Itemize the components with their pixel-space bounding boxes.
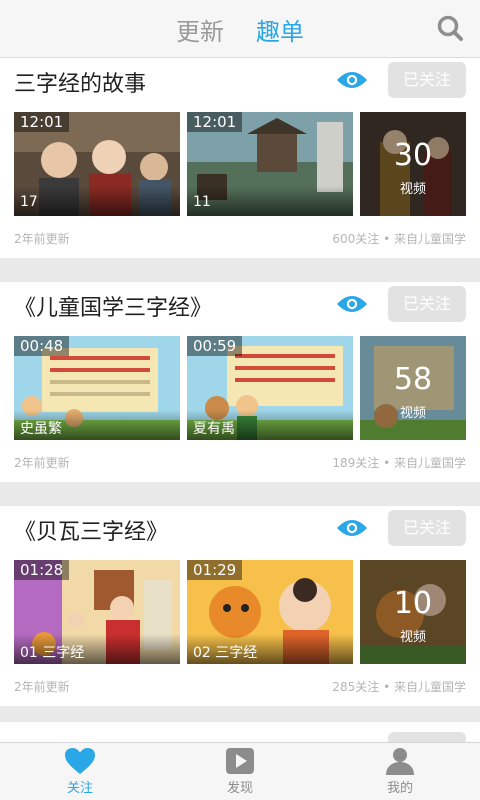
playlist-feed[interactable]: 三字经的故事 已关注 12:01 17 12:01 11 30 视频 2年前更新… <box>0 58 480 742</box>
bottom-nav: 关注 发现 我的 <box>0 742 480 800</box>
playlist-stats: 285关注 • 来自儿童国学 <box>332 680 466 694</box>
video-count: 10 <box>393 586 433 621</box>
video-caption: 01 三字经 <box>14 634 180 664</box>
video-caption: 11 <box>187 186 353 216</box>
playlist-stats: 600关注 • 来自儿童国学 <box>332 232 466 246</box>
tab-updates[interactable]: 更新 <box>176 12 224 47</box>
playlist-card[interactable]: 三字经的故事 已关注 12:01 17 12:01 11 30 视频 2年前更新… <box>0 58 480 258</box>
updated-time: 2年前更新 <box>14 232 70 246</box>
nav-label: 关注 <box>66 781 93 796</box>
search-icon[interactable] <box>436 14 464 42</box>
tab-playlists[interactable]: 趣单 <box>256 12 304 47</box>
followed-button[interactable]: 已关注 <box>388 62 466 98</box>
video-thumbnail[interactable]: 01:28 01 三字经 <box>14 560 180 664</box>
nav-label: 我的 <box>386 781 413 796</box>
nav-item-follow[interactable]: 关注 <box>40 747 120 796</box>
video-duration: 12:01 <box>14 112 70 132</box>
video-duration: 01:29 <box>187 560 243 580</box>
playlist-stats: 189关注 • 来自儿童国学 <box>332 456 466 470</box>
nav-label: 发现 <box>226 781 253 796</box>
person-icon <box>386 748 414 775</box>
playlist-title[interactable]: 三字经的故事 <box>14 66 146 98</box>
video-caption: 02 三字经 <box>187 634 353 664</box>
video-thumbnail[interactable]: 12:01 17 <box>14 112 180 216</box>
more-videos-tile[interactable]: 10 视频 <box>360 560 466 664</box>
nav-item-discover[interactable]: 发现 <box>200 747 280 796</box>
video-caption: 夏有禹 <box>187 410 353 440</box>
followed-button[interactable] <box>388 732 466 742</box>
video-thumbnail[interactable]: 12:01 11 <box>187 112 353 216</box>
video-duration: 00:59 <box>187 336 243 356</box>
heart-icon <box>65 748 95 774</box>
eye-icon <box>337 72 367 88</box>
video-caption: 史虽繁 <box>14 410 180 440</box>
video-count-unit: 视频 <box>399 406 426 421</box>
updated-time: 2年前更新 <box>14 680 70 694</box>
video-count-unit: 视频 <box>399 630 426 645</box>
video-duration: 00:48 <box>14 336 70 356</box>
video-thumbnail[interactable]: 01:29 02 三字经 <box>187 560 353 664</box>
updated-time: 2年前更新 <box>14 456 70 470</box>
video-count: 58 <box>393 362 433 397</box>
playlist-title[interactable]: 《贝瓦三字经》 <box>14 514 168 546</box>
video-count-unit: 视频 <box>399 182 426 197</box>
top-header: 更新 趣单 <box>0 0 480 58</box>
playlist-card[interactable]: 《贝瓦三字经》 已关注 01:28 01 三字经 01:29 02 三字经 10… <box>0 506 480 706</box>
video-thumbnail[interactable]: 00:59 夏有禹 <box>187 336 353 440</box>
playlist-card[interactable]: 《儿童国学三字经》 已关注 00:48 史虽繁 00:59 夏有禹 58 视频 … <box>0 282 480 482</box>
video-caption: 17 <box>14 186 180 216</box>
video-count: 30 <box>393 138 433 173</box>
video-duration: 12:01 <box>187 112 243 132</box>
playlist-title[interactable]: 《儿童国学三字经》 <box>14 290 212 322</box>
more-videos-tile[interactable]: 58 视频 <box>360 336 466 440</box>
play-icon <box>226 748 254 774</box>
nav-item-mine[interactable]: 我的 <box>360 747 440 796</box>
followed-button[interactable]: 已关注 <box>388 510 466 546</box>
playlist-card-partial[interactable] <box>0 722 480 742</box>
video-thumbnail[interactable]: 00:48 史虽繁 <box>14 336 180 440</box>
eye-icon <box>337 520 367 536</box>
followed-button[interactable]: 已关注 <box>388 286 466 322</box>
eye-icon <box>337 296 367 312</box>
more-videos-tile[interactable]: 30 视频 <box>360 112 466 216</box>
video-duration: 01:28 <box>14 560 70 580</box>
